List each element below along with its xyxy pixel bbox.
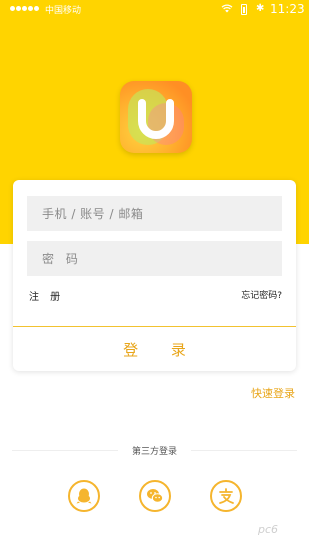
qq-icon [76, 488, 92, 504]
third-party-section: 第三方登录 [0, 444, 309, 458]
app-logo [120, 81, 192, 153]
qq-login-button[interactable] [68, 480, 100, 512]
login-card: 注 册 忘记密码? 登 录 [13, 180, 296, 371]
account-input[interactable] [27, 196, 282, 231]
status-time: 11:23 [270, 2, 305, 16]
password-input[interactable] [27, 241, 282, 276]
signal-strength-icon [10, 6, 39, 11]
status-bar: 中国移动 ✱ 11:23 [0, 0, 309, 20]
register-link[interactable]: 注 册 [29, 288, 64, 303]
forgot-password-link[interactable]: 忘记密码? [241, 288, 282, 301]
bluetooth-icon: ✱ [256, 3, 265, 14]
divider [191, 450, 297, 451]
alipay-login-button[interactable] [210, 480, 242, 512]
watermark-logo: pc6 [258, 523, 279, 536]
login-button[interactable]: 登 录 [13, 327, 296, 371]
battery-icon [241, 4, 247, 15]
wifi-icon [221, 4, 233, 13]
alipay-icon [219, 488, 234, 504]
carrier-name: 中国移动 [45, 6, 82, 16]
wechat-login-button[interactable] [139, 480, 171, 512]
quick-login-link[interactable]: 快速登录 [251, 385, 295, 401]
u-logo-icon [138, 99, 174, 139]
wechat-icon [147, 489, 164, 503]
